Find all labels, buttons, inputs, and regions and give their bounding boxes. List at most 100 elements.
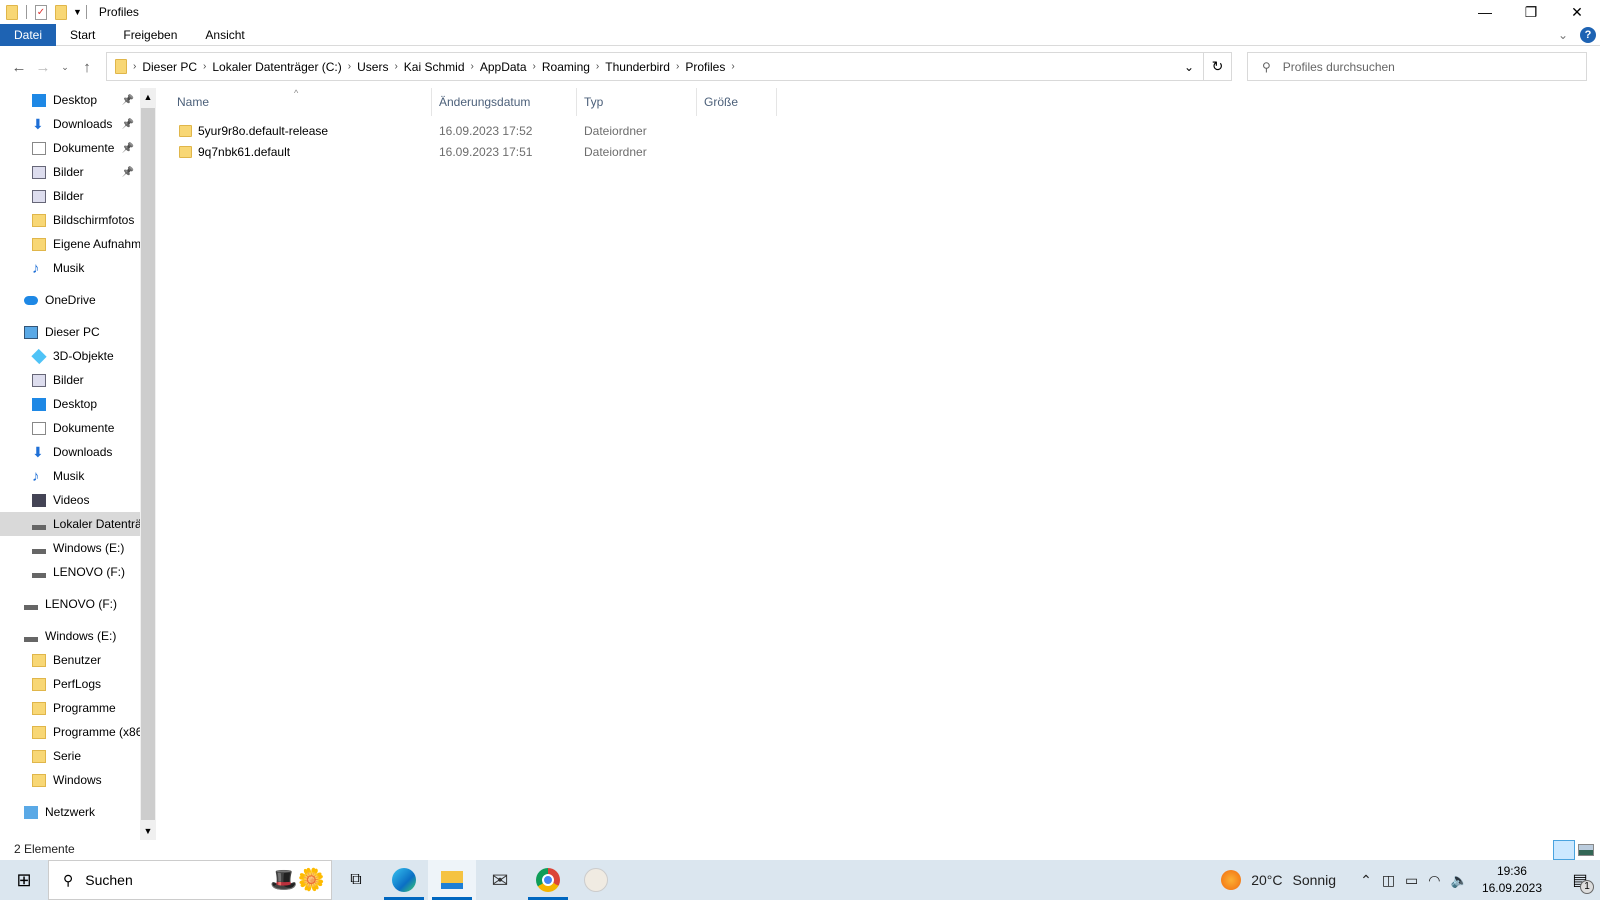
sidebar-item[interactable]: LENOVO (F:) xyxy=(0,560,140,584)
sidebar-item[interactable]: OneDrive xyxy=(0,288,140,312)
taskbar-file-explorer[interactable] xyxy=(428,860,476,900)
sidebar-item[interactable]: Windows xyxy=(0,768,140,792)
window-title: Profiles xyxy=(98,5,139,19)
properties-icon[interactable]: ✓ xyxy=(35,4,47,20)
taskbar-chrome[interactable] xyxy=(524,860,572,900)
sidebar-item[interactable]: Windows (E:) xyxy=(0,536,140,560)
sidebar-item[interactable]: Bilder xyxy=(0,368,140,392)
navigation-bar: ← → ⌄ ↑ › Dieser PC › Lokaler Datenträger … xyxy=(0,50,1600,84)
tab-datei[interactable]: Datei xyxy=(0,23,57,46)
sidebar-item[interactable]: Serie xyxy=(0,744,140,768)
taskbar-mail[interactable]: ✉ xyxy=(476,860,524,900)
start-button[interactable]: ⊞ xyxy=(0,860,48,900)
taskbar-edge[interactable] xyxy=(380,860,428,900)
scrollbar-thumb[interactable] xyxy=(141,108,155,820)
notification-center-button[interactable]: ▤ 1 xyxy=(1560,860,1600,900)
minimize-button[interactable]: — xyxy=(1462,0,1508,24)
volume-icon[interactable]: 🔈 xyxy=(1451,872,1468,889)
file-row[interactable]: 5yur9r8o.default-release 16.09.2023 17:52… xyxy=(170,120,777,141)
scroll-up-icon[interactable]: ▲ xyxy=(140,88,156,106)
column-type[interactable]: Typ xyxy=(577,88,697,116)
new-folder-icon[interactable] xyxy=(55,4,67,20)
breadcrumb-item[interactable]: Thunderbird xyxy=(599,60,676,74)
help-icon[interactable]: ? xyxy=(1580,26,1596,43)
sidebar-item[interactable]: 3D-Objekte xyxy=(0,344,140,368)
sidebar-item[interactable]: Bildschirmfotos xyxy=(0,208,140,232)
sidebar-item[interactable]: Desktop 📌 xyxy=(0,88,140,112)
weather-temp[interactable]: 20°C xyxy=(1251,872,1282,888)
sidebar-item[interactable]: ♪ Musik xyxy=(0,464,140,488)
sidebar-item[interactable]: Eigene Aufnahmen xyxy=(0,232,140,256)
sidebar-item-label: Desktop xyxy=(53,93,98,107)
tab-freigeben[interactable]: Freigeben xyxy=(109,24,191,46)
forward-button[interactable]: → xyxy=(31,59,55,76)
sidebar-item-label: LENOVO (F:) xyxy=(53,565,126,579)
sidebar-item[interactable]: Dieser PC xyxy=(0,320,140,344)
sidebar-item[interactable]: Dokumente 📌 xyxy=(0,136,140,160)
camera-icon[interactable]: ◫ xyxy=(1382,872,1395,889)
sidebar-item[interactable]: ♪ Musik xyxy=(0,256,140,280)
sidebar-item[interactable]: Windows (E:) xyxy=(0,624,140,648)
breadcrumb-chevron-icon[interactable]: › xyxy=(731,61,734,72)
scroll-down-icon[interactable]: ▼ xyxy=(140,822,156,840)
close-button[interactable]: ✕ xyxy=(1554,0,1600,24)
battery-icon[interactable]: ▭ xyxy=(1405,872,1418,889)
column-name[interactable]: Name ^ xyxy=(170,88,432,116)
sidebar-item[interactable]: Benutzer xyxy=(0,648,140,672)
sidebar-item[interactable]: Videos xyxy=(0,488,140,512)
breadcrumb-item[interactable]: AppData xyxy=(474,60,533,74)
refresh-button[interactable]: ↻ xyxy=(1203,53,1231,80)
taskbar-app-sheep[interactable] xyxy=(572,860,620,900)
breadcrumb-item[interactable]: Lokaler Datenträger (C:) xyxy=(206,60,347,74)
expand-ribbon-icon[interactable]: ⌄ xyxy=(1558,28,1568,42)
address-dropdown-icon[interactable]: ⌄ xyxy=(1175,60,1203,74)
sidebar-item[interactable]: ⬇ Downloads xyxy=(0,440,140,464)
sidebar-item[interactable]: Programme xyxy=(0,696,140,720)
breadcrumb-item[interactable]: Kai Schmid xyxy=(398,60,471,74)
customize-quick-access-icon[interactable]: ▼ xyxy=(73,7,82,17)
folder-icon xyxy=(6,4,18,20)
taskbar-search[interactable]: ⚲ Suchen 🎩🌼 xyxy=(48,860,332,900)
up-button[interactable]: ↑ xyxy=(75,59,99,76)
file-row[interactable]: 9q7nbk61.default 16.09.2023 17:51 Dateiord… xyxy=(170,141,777,162)
sidebar-item[interactable]: PerfLogs xyxy=(0,672,140,696)
column-headers: Name ^ Änderungsdatum Typ Größe xyxy=(170,88,777,116)
clock[interactable]: 19:36 16.09.2023 xyxy=(1482,863,1542,897)
breadcrumb-item[interactable]: Dieser PC xyxy=(136,60,203,74)
sidebar-scrollbar[interactable]: ▲ ▼ xyxy=(140,88,156,840)
sidebar-item[interactable]: LENOVO (F:) xyxy=(0,592,140,616)
details-view-button[interactable] xyxy=(1553,840,1575,860)
sidebar-item[interactable]: Lokaler Datenträger (C:) xyxy=(0,512,140,536)
task-view-button[interactable]: ⧉ xyxy=(332,860,380,900)
column-size[interactable]: Größe xyxy=(697,88,777,116)
desktop-icon xyxy=(32,93,46,107)
breadcrumb-item[interactable]: Profiles xyxy=(679,60,731,74)
sidebar-item[interactable]: Netzwerk xyxy=(0,800,140,824)
sidebar-item[interactable]: Programme (x86) xyxy=(0,720,140,744)
ribbon-tabs: Datei Start Freigeben Ansicht ⌄ ? xyxy=(0,23,1600,46)
show-hidden-icons[interactable]: ⌃ xyxy=(1360,872,1372,889)
cube-icon xyxy=(31,348,47,364)
breadcrumb-item[interactable]: Roaming xyxy=(536,60,596,74)
sidebar-item[interactable]: Bilder xyxy=(0,184,140,208)
sidebar-item-label: Programme (x86) xyxy=(53,725,140,739)
tab-start[interactable]: Start xyxy=(56,24,109,46)
large-icons-view-button[interactable] xyxy=(1578,844,1594,856)
search-input[interactable]: ⚲ Profiles durchsuchen xyxy=(1247,52,1587,81)
breadcrumb-item[interactable]: Users xyxy=(351,60,394,74)
back-button[interactable]: ← xyxy=(7,59,31,76)
tab-ansicht[interactable]: Ansicht xyxy=(191,24,258,46)
sheep-icon xyxy=(584,868,608,892)
sidebar-item[interactable]: Desktop xyxy=(0,392,140,416)
restore-button[interactable]: ❐ xyxy=(1508,0,1554,24)
sidebar-item[interactable]: ⬇ Downloads 📌 xyxy=(0,112,140,136)
sidebar-item[interactable]: Bilder 📌 xyxy=(0,160,140,184)
recent-locations-button[interactable]: ⌄ xyxy=(55,62,75,73)
sidebar-item[interactable]: Dokumente xyxy=(0,416,140,440)
folder-icon xyxy=(32,237,46,251)
desktop-icon xyxy=(32,397,46,411)
column-date[interactable]: Änderungsdatum xyxy=(432,88,577,116)
address-bar[interactable]: › Dieser PC › Lokaler Datenträger (C:) › Use… xyxy=(106,52,1232,81)
weather-condition[interactable]: Sonnig xyxy=(1292,872,1336,888)
wifi-icon[interactable]: ◠ xyxy=(1428,872,1440,889)
